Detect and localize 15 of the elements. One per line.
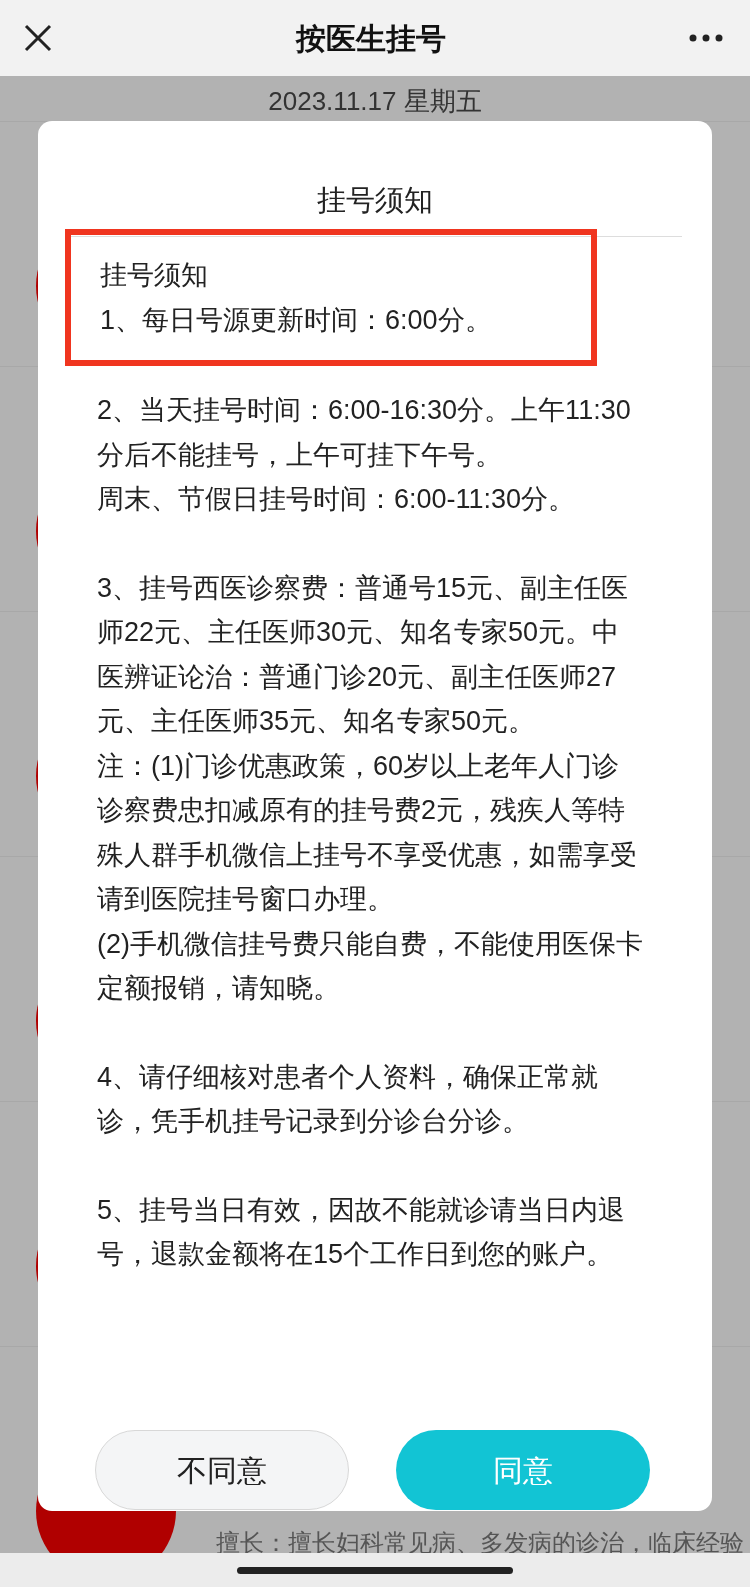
notice-paragraph: 2、当天挂号时间：6:00-16:30分。上午11:30分后不能挂号，上午可挂下午号。	[97, 394, 632, 472]
notice-line: 1、每日号源更新时间：6:00分。	[100, 303, 493, 337]
dialog-title: 挂号须知	[317, 182, 433, 218]
notice-paragraph: 注：(1)门诊优惠政策，60岁以上老年人门诊诊察费忠扣减原有的挂号费2元，残疾人等特殊人群手机微信上挂号不享受优惠，如需享受请到医院挂号窗口办理。	[97, 749, 638, 916]
notice-paragraph: 周末、节假日挂号时间：6:00-11:30分。	[97, 483, 577, 516]
notice-paragraph: (2)手机微信挂号费只能自费，不能使用医保卡定额报销，请知晓。	[97, 927, 644, 1005]
disagree-button[interactable]: 不同意	[95, 1430, 349, 1510]
notice-paragraph: 3、挂号西医诊察费：普通号15元、副主任医师22元、主任医师30元、知名专家50元。中医辨证论治：普通门诊20元、副主任医师27元、主任医师35元、知名专家50元。	[97, 571, 630, 738]
notice-paragraph: 4、请仔细核对患者个人资料，确保正常就诊，凭手机挂号记录到分诊台分诊。	[97, 1060, 600, 1138]
notice-line: 挂号须知	[100, 259, 209, 292]
notice-paragraph: 5、挂号当日有效，因故不能就诊请当日内退号，退款金额将在15个工作日到您的账户。	[97, 1193, 627, 1271]
date-label: 2023.11.17 星期五	[268, 85, 482, 118]
more-icon	[689, 34, 723, 42]
page-title: 按医生挂号	[296, 20, 446, 57]
close-icon	[24, 24, 52, 52]
